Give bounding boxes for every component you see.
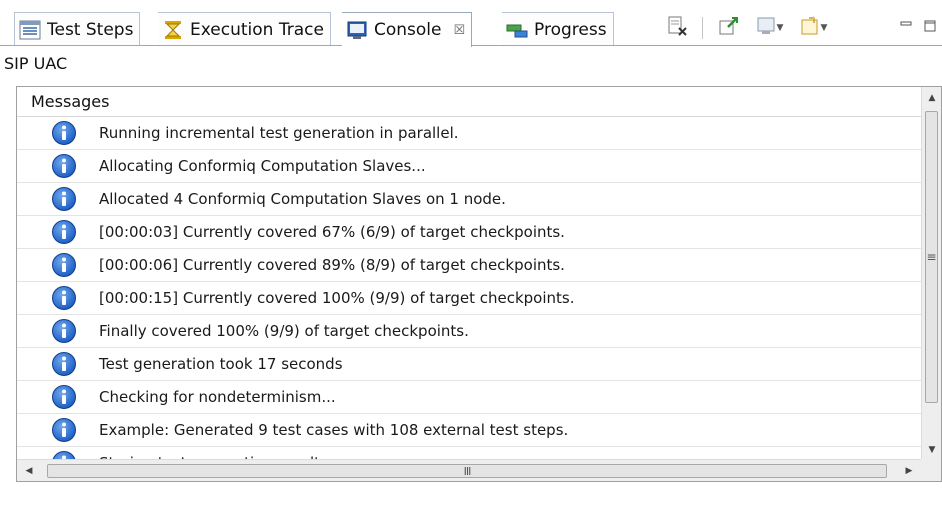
list-item[interactable]: Example: Generated 9 test cases with 108… [17,414,921,447]
progress-icon [506,19,528,41]
message-text: [00:00:03] Currently covered 67% (6/9) o… [99,223,565,241]
message-text: Running incremental test generation in p… [99,124,459,142]
message-text: [00:00:06] Currently covered 89% (8/9) o… [99,256,565,274]
info-icon [51,285,77,311]
list-item[interactable]: [00:00:15] Currently covered 100% (9/9) … [17,282,921,315]
vertical-scrollbar[interactable]: ▲ ≡ ▼ [921,87,941,461]
info-icon [51,252,77,278]
info-icon [51,417,77,443]
minimize-view-button[interactable] [896,16,916,40]
maximize-icon [923,19,937,37]
info-icon [51,384,77,410]
maximize-view-button[interactable] [920,16,940,40]
minimize-icon [899,19,913,37]
tab-label: Test Steps [47,19,134,40]
message-text: Example: Generated 9 test cases with 108… [99,421,569,439]
list-item[interactable]: Test generation took 17 seconds [17,348,921,381]
message-text: Allocating Conformiq Computation Slaves.… [99,157,426,175]
open-console-button[interactable]: ▼ [794,16,832,40]
list-item[interactable]: [00:00:06] Currently covered 89% (8/9) o… [17,249,921,282]
list-item[interactable]: Checking for nondeterminism... [17,381,921,414]
message-text: [00:00:15] Currently covered 100% (9/9) … [99,289,575,307]
tab-test-steps[interactable]: Test Steps [14,12,141,46]
console-icon [346,19,368,41]
info-icon [51,153,77,179]
list-item[interactable]: Running incremental test generation in p… [17,117,921,150]
tab-label: Console [374,20,442,40]
list-item[interactable]: Finally covered 100% (9/9) of target che… [17,315,921,348]
display-console-button[interactable]: ▼ [750,16,788,40]
test-steps-icon [19,19,41,41]
list-item[interactable]: [00:00:03] Currently covered 67% (6/9) o… [17,216,921,249]
scroll-left-arrow-icon[interactable]: ◀ [19,460,39,481]
dropdown-arrow-icon[interactable]: ▼ [821,23,828,33]
column-header-messages[interactable]: Messages [17,87,921,117]
scrollbar-corner [921,459,941,481]
vertical-scroll-thumb[interactable]: ≡ [925,111,938,403]
scroll-right-arrow-icon[interactable]: ▶ [899,460,919,481]
message-text: Test generation took 17 seconds [99,355,343,373]
list-item[interactable]: Allocated 4 Conformiq Computation Slaves… [17,183,921,216]
clear-console-icon [666,15,688,41]
message-text: Finally covered 100% (9/9) of target che… [99,322,469,340]
info-icon [51,318,77,344]
pin-console-icon [718,15,740,41]
display-console-icon [755,15,777,41]
close-tab-icon[interactable]: ☒ [454,23,466,38]
messages-list: Running incremental test generation in p… [17,117,921,480]
info-icon [51,351,77,377]
info-icon [51,219,77,245]
scroll-down-arrow-icon[interactable]: ▼ [922,441,941,459]
pin-console-button[interactable] [716,16,742,40]
messages-table: Messages Running incremental test genera… [16,86,942,482]
dropdown-arrow-icon[interactable]: ▼ [777,23,784,33]
tab-execution-trace[interactable]: Execution Trace [158,12,331,46]
message-text: Allocated 4 Conformiq Computation Slaves… [99,190,506,208]
horizontal-scroll-thumb[interactable]: III [47,464,887,478]
tab-label: Progress [534,19,607,40]
clear-console-button[interactable] [664,16,690,40]
toolbar-separator [702,17,703,39]
tab-label: Execution Trace [190,19,324,40]
execution-trace-icon [162,19,184,41]
list-item[interactable]: Allocating Conformiq Computation Slaves.… [17,150,921,183]
info-icon [51,186,77,212]
panel-title: SIP UAC [4,54,68,73]
grip-icon: ≡ [926,250,937,264]
tab-console[interactable]: Console ☒ [342,12,473,47]
grip-icon: III [463,464,472,478]
info-icon [51,120,77,146]
tab-progress[interactable]: Progress [502,12,614,46]
view-tab-bar: Test Steps Execution Trace Console ☒ Pro… [0,0,942,47]
open-console-icon [799,15,821,41]
message-text: Checking for nondeterminism... [99,388,336,406]
scroll-up-arrow-icon[interactable]: ▲ [922,89,941,107]
horizontal-scrollbar[interactable]: ◀ III ▶ [17,459,921,481]
